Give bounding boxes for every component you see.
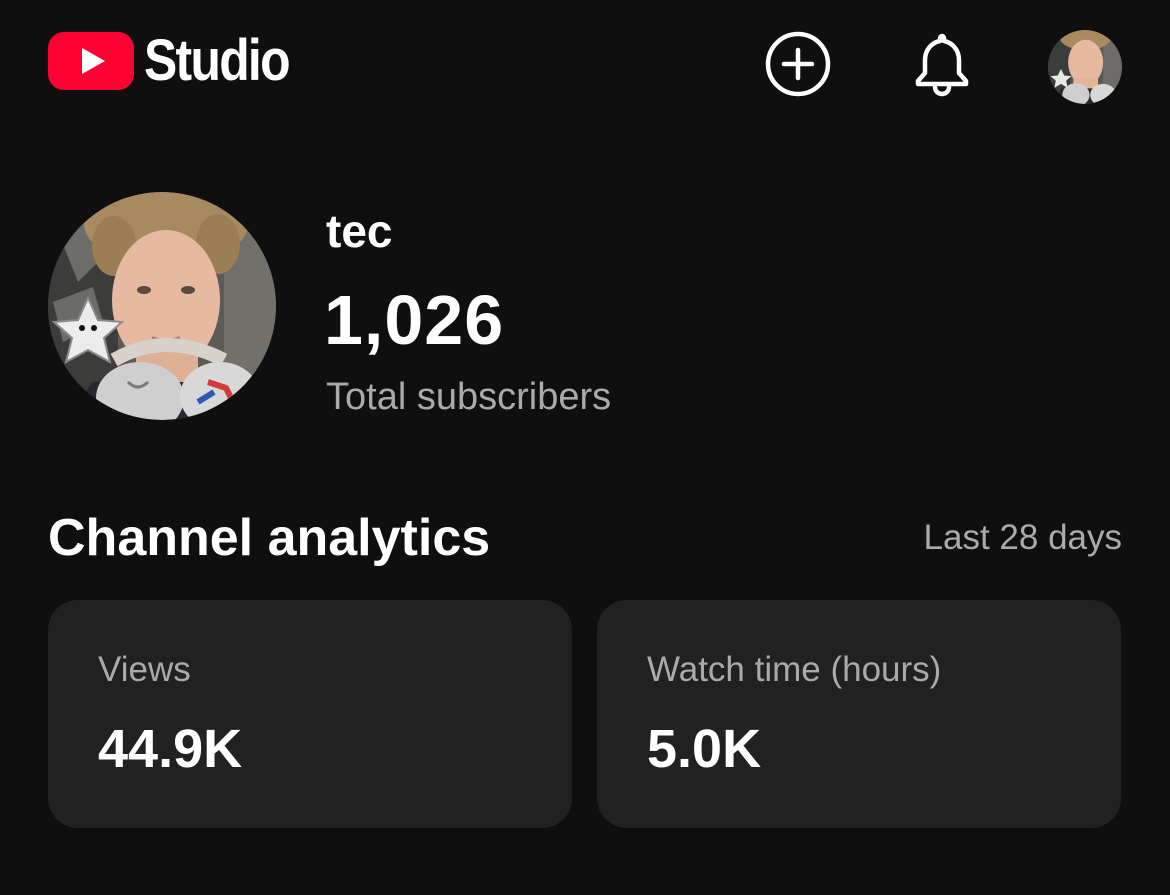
create-button[interactable] xyxy=(764,30,832,98)
channel-name: tec xyxy=(326,205,393,257)
youtube-studio-logo[interactable]: Studio xyxy=(48,30,312,92)
watch-time-label: Watch time (hours) xyxy=(647,650,942,689)
channel-avatar[interactable] xyxy=(48,192,276,420)
views-value: 44.9K xyxy=(98,719,243,779)
subscriber-label: Total subscribers xyxy=(326,376,612,418)
analytics-title: Channel analytics xyxy=(48,509,491,567)
create-plus-icon xyxy=(765,31,831,97)
watch-time-value: 5.0K xyxy=(647,719,762,779)
logo-text: Studio xyxy=(144,28,291,93)
subscriber-count: 1,026 xyxy=(324,281,505,359)
bell-icon xyxy=(915,33,969,97)
analytics-period: Last 28 days xyxy=(923,518,1122,557)
avatar xyxy=(1048,30,1122,104)
account-avatar-button[interactable] xyxy=(1048,30,1122,104)
app-header: Studio xyxy=(0,0,1170,140)
views-label: Views xyxy=(98,650,191,689)
avatar xyxy=(48,192,276,420)
views-card[interactable]: Views 44.9K xyxy=(48,600,572,828)
notifications-button[interactable] xyxy=(908,30,976,98)
youtube-play-icon xyxy=(48,30,134,92)
watch-time-card[interactable]: Watch time (hours) 5.0K xyxy=(597,600,1121,828)
